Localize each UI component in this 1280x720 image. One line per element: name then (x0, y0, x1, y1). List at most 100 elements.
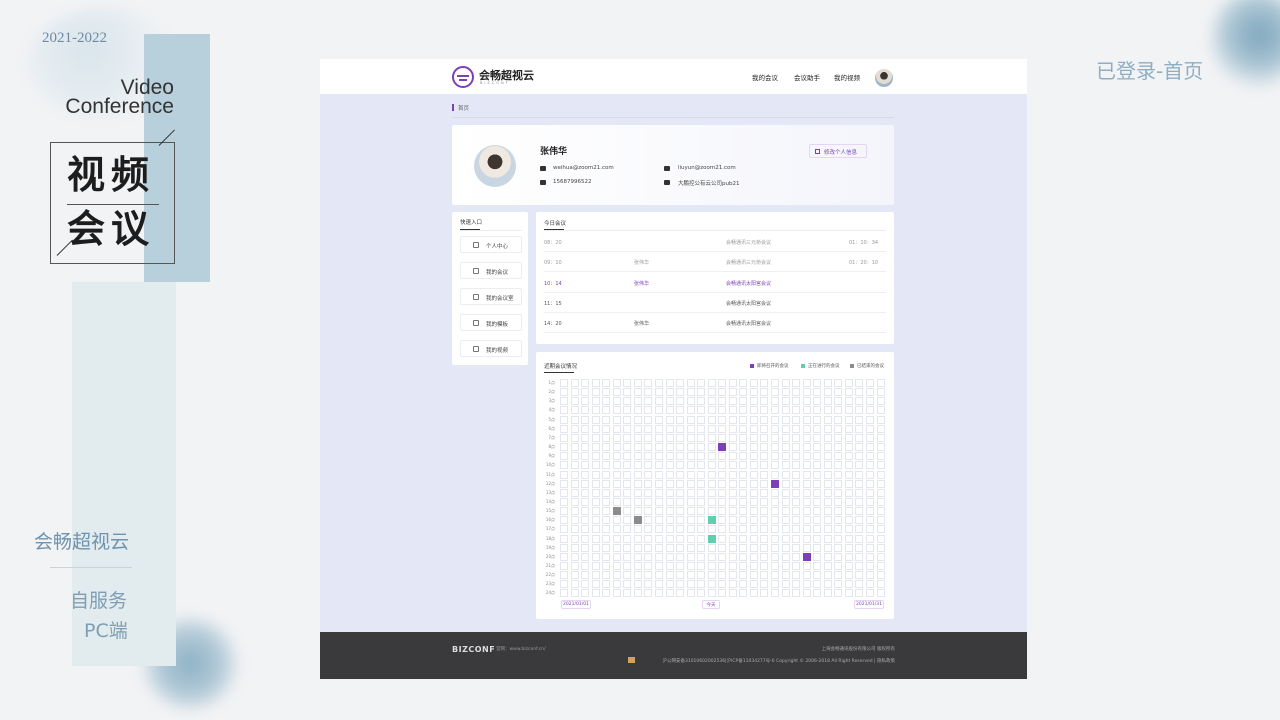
heatmap-cell[interactable] (834, 379, 843, 387)
today-meeting-row[interactable]: 08：20 会畅通讯三元桥会议 01：10：34 (536, 232, 894, 252)
heatmap-cell[interactable] (718, 452, 727, 461)
heatmap-cell[interactable] (728, 488, 737, 497)
heatmap-cell[interactable] (749, 452, 758, 461)
heatmap-cell[interactable] (707, 571, 716, 580)
heatmap-cell[interactable] (749, 562, 758, 570)
heatmap-cell[interactable] (612, 479, 621, 488)
heatmap-cell[interactable] (823, 443, 832, 452)
heatmap-cell[interactable] (654, 397, 663, 406)
heatmap-cell[interactable] (602, 379, 611, 387)
heatmap-cell[interactable] (844, 516, 853, 525)
end-date-button[interactable]: 2021/01/31 (854, 600, 884, 609)
heatmap-cell[interactable] (707, 452, 716, 461)
heatmap-cell[interactable] (665, 379, 674, 387)
heatmap-cell[interactable] (581, 516, 590, 525)
heatmap-cell[interactable] (581, 497, 590, 506)
heatmap-cell[interactable] (876, 497, 885, 506)
heatmap-cell[interactable] (792, 589, 801, 598)
heatmap-cell[interactable] (855, 562, 864, 570)
heatmap-cell[interactable] (591, 479, 600, 488)
start-date-button[interactable]: 2021/01/01 (561, 600, 591, 609)
heatmap-cell[interactable] (876, 415, 885, 424)
heatmap-cell[interactable] (560, 488, 568, 497)
heatmap-cell[interactable] (865, 379, 874, 387)
heatmap-cell[interactable] (623, 516, 632, 525)
heatmap-cell[interactable] (792, 397, 801, 406)
heatmap-cell[interactable] (781, 415, 790, 424)
heatmap-cell[interactable] (560, 571, 568, 580)
heatmap-cell[interactable] (781, 452, 790, 461)
heatmap-cell[interactable] (570, 461, 579, 470)
heatmap-cell[interactable] (560, 580, 568, 589)
heatmap-cell[interactable] (665, 571, 674, 580)
heatmap-cell[interactable] (760, 589, 769, 598)
today-meeting-row[interactable]: 10：14 张伟华 会畅通讯太阳宫会议 (536, 273, 894, 293)
heatmap-cell-ended[interactable] (633, 516, 642, 525)
heatmap-cell[interactable] (676, 415, 685, 424)
heatmap-cell[interactable] (865, 552, 874, 561)
heatmap-cell[interactable] (570, 507, 579, 516)
quick-item-my-videos[interactable]: 我的视频 (460, 340, 522, 357)
heatmap-cell[interactable] (739, 571, 748, 580)
heatmap-cell[interactable] (654, 388, 663, 397)
heatmap-cell[interactable] (654, 562, 663, 570)
heatmap-cell[interactable] (644, 534, 653, 543)
heatmap-cell[interactable] (602, 589, 611, 598)
heatmap-cell[interactable] (855, 388, 864, 397)
heatmap-cell[interactable] (686, 516, 695, 525)
heatmap-cell[interactable] (654, 571, 663, 580)
heatmap-cell[interactable] (676, 443, 685, 452)
heatmap-cell[interactable] (581, 452, 590, 461)
heatmap-cell[interactable] (665, 443, 674, 452)
heatmap-cell[interactable] (644, 452, 653, 461)
heatmap-cell[interactable] (623, 534, 632, 543)
heatmap-cell[interactable] (633, 552, 642, 561)
heatmap-cell[interactable] (581, 525, 590, 534)
heatmap-cell[interactable] (844, 406, 853, 415)
heatmap-cell[interactable] (865, 479, 874, 488)
nav-my-videos[interactable]: 我的视频 (834, 72, 860, 82)
heatmap-cell[interactable] (560, 507, 568, 516)
heatmap-cell[interactable] (844, 388, 853, 397)
heatmap-cell[interactable] (813, 424, 822, 433)
heatmap-cell[interactable] (612, 497, 621, 506)
heatmap-cell[interactable] (823, 497, 832, 506)
heatmap-cell[interactable] (844, 470, 853, 479)
heatmap-cell[interactable] (591, 406, 600, 415)
heatmap-cell[interactable] (654, 589, 663, 598)
heatmap-cell[interactable] (739, 443, 748, 452)
heatmap-cell[interactable] (602, 397, 611, 406)
heatmap-cell[interactable] (834, 589, 843, 598)
heatmap-cell[interactable] (644, 406, 653, 415)
heatmap-cell[interactable] (855, 497, 864, 506)
heatmap-cell[interactable] (718, 379, 727, 387)
heatmap-cell[interactable] (876, 433, 885, 442)
heatmap-cell[interactable] (581, 424, 590, 433)
heatmap-cell[interactable] (749, 497, 758, 506)
heatmap-cell[interactable] (633, 415, 642, 424)
heatmap-cell[interactable] (739, 379, 748, 387)
heatmap-cell[interactable] (686, 589, 695, 598)
heatmap-cell[interactable] (623, 589, 632, 598)
heatmap-cell[interactable] (834, 433, 843, 442)
heatmap-cell[interactable] (602, 562, 611, 570)
heatmap-cell[interactable] (665, 388, 674, 397)
heatmap-cell[interactable] (654, 580, 663, 589)
heatmap-cell[interactable] (823, 415, 832, 424)
heatmap-cell[interactable] (654, 516, 663, 525)
heatmap-cell[interactable] (792, 580, 801, 589)
heatmap-cell[interactable] (602, 470, 611, 479)
heatmap-cell[interactable] (834, 415, 843, 424)
heatmap-cell[interactable] (707, 488, 716, 497)
heatmap-cell[interactable] (623, 525, 632, 534)
heatmap-cell[interactable] (813, 589, 822, 598)
heatmap-cell[interactable] (728, 470, 737, 479)
heatmap-cell[interactable] (718, 562, 727, 570)
heatmap-cell[interactable] (844, 397, 853, 406)
heatmap-cell[interactable] (781, 589, 790, 598)
heatmap-cell[interactable] (760, 424, 769, 433)
heatmap-cell[interactable] (760, 406, 769, 415)
heatmap-cell[interactable] (771, 397, 779, 406)
heatmap-cell[interactable] (876, 424, 885, 433)
heatmap-cell[interactable] (707, 424, 716, 433)
